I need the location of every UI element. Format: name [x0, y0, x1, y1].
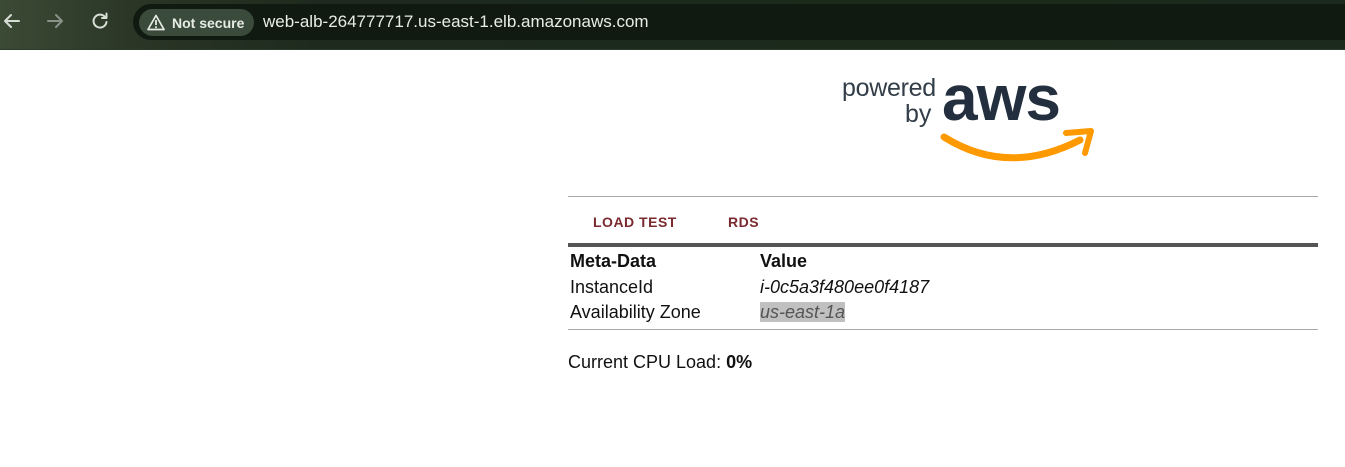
header-value: Value — [760, 251, 808, 272]
aws-smile-icon — [940, 128, 1094, 162]
back-button[interactable] — [0, 9, 24, 33]
table-top-border — [568, 243, 1318, 247]
metadata-table: Meta-Data Value InstanceId i-0c5a3f480ee… — [568, 249, 1318, 326]
logo-by-text: by — [905, 100, 932, 128]
table-row: InstanceId i-0c5a3f480ee0f4187 — [568, 275, 1318, 301]
forward-button[interactable] — [43, 9, 67, 33]
table-header-row: Meta-Data Value — [568, 249, 1318, 275]
row-value-availability-zone: us-east-1a — [760, 302, 846, 323]
back-arrow-icon — [4, 14, 20, 28]
logo-powered-text: powered — [842, 74, 936, 102]
cpu-load-line: Current CPU Load: 0% — [568, 352, 1318, 373]
header-meta-data: Meta-Data — [570, 251, 657, 272]
row-value-instance-id: i-0c5a3f480ee0f4187 — [760, 276, 930, 297]
main-content: LOAD TEST RDS Meta-Data Value InstanceId… — [568, 196, 1318, 373]
rds-link[interactable]: RDS — [728, 214, 759, 230]
reload-icon — [92, 12, 108, 29]
row-key-availability-zone: Availability Zone — [570, 302, 701, 323]
logo-aws-text: aws — [942, 62, 1061, 134]
security-label: Not secure — [172, 14, 245, 31]
nav-links: LOAD TEST RDS — [568, 197, 1318, 243]
security-indicator[interactable]: Not secure — [139, 9, 255, 36]
forward-arrow-icon — [47, 14, 63, 28]
warning-triangle-icon — [147, 14, 165, 31]
table-row: Availability Zone us-east-1a — [568, 300, 1318, 326]
address-bar[interactable]: Not secure web-alb-264777717.us-east-1.e… — [133, 4, 1345, 40]
powered-by-aws-logo: powered by aws — [838, 66, 1098, 170]
divider — [568, 328, 1318, 330]
row-value-availability-zone-cell: us-east-1a — [758, 300, 1318, 326]
row-key-instance-id: InstanceId — [570, 276, 654, 297]
url-text[interactable]: web-alb-264777717.us-east-1.elb.amazonaw… — [263, 12, 649, 32]
browser-toolbar: Not secure web-alb-264777717.us-east-1.e… — [0, 0, 1345, 50]
cpu-load-label: Current CPU Load: — [568, 351, 727, 372]
cpu-load-value: 0% — [726, 351, 753, 372]
load-test-link[interactable]: LOAD TEST — [593, 214, 677, 230]
reload-button[interactable] — [88, 9, 112, 33]
